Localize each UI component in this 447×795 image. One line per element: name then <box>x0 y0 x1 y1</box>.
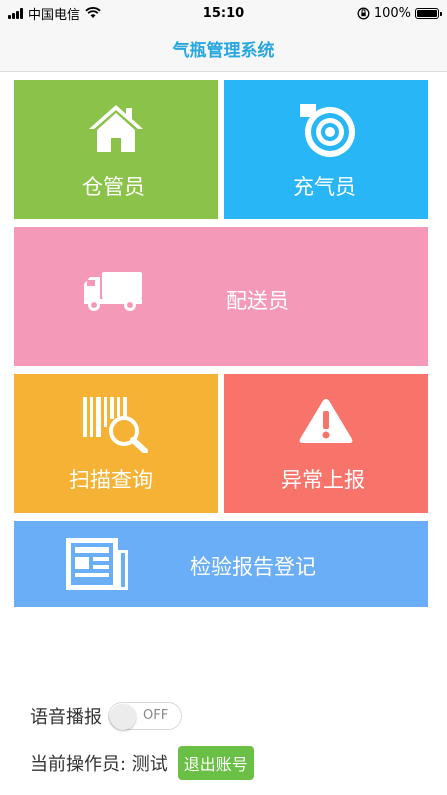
page-title: 气瓶管理系统 <box>172 41 275 61</box>
status-bar: 中国电信 15:10 100% <box>0 0 447 26</box>
house-icon <box>89 105 143 152</box>
carrier-name: 中国电信 <box>28 7 81 23</box>
delivery-tile[interactable]: 配送员 <box>14 227 428 366</box>
tile-label: 充气员 <box>293 175 356 199</box>
tile-label: 扫描查询 <box>69 468 153 492</box>
report-document-icon <box>66 538 128 590</box>
voice-broadcast-row: 语音播报 OFF <box>30 700 182 732</box>
barcode-search-icon <box>83 397 148 453</box>
scan-query-tile[interactable]: 扫描查询 <box>14 374 218 513</box>
signal-icon <box>8 7 23 19</box>
toggle-state-text: OFF <box>143 708 169 723</box>
voice-broadcast-toggle[interactable]: OFF <box>108 702 182 730</box>
warning-icon <box>299 399 353 443</box>
logout-button[interactable]: 退出账号 <box>177 746 254 780</box>
tile-label: 配送员 <box>226 289 289 313</box>
voice-broadcast-label: 语音播报 <box>30 707 102 728</box>
wifi-icon <box>85 7 101 18</box>
status-left: 中国电信 <box>8 4 101 23</box>
current-operator-text: 当前操作员: 测试 <box>30 754 168 775</box>
toggle-knob <box>110 704 136 730</box>
battery-percent: 100% <box>373 5 411 21</box>
warehouse-keeper-tile[interactable]: 仓管员 <box>14 80 218 219</box>
nav-bar: 气瓶管理系统 <box>0 26 447 72</box>
orientation-lock-icon <box>357 7 370 19</box>
gas-cylinder-valve-icon <box>300 104 355 157</box>
inspection-report-tile[interactable]: 检验报告登记 <box>14 521 428 607</box>
delivery-truck-icon <box>84 272 142 311</box>
battery-icon <box>415 7 442 19</box>
status-right: 100% <box>357 5 442 21</box>
tile-label: 检验报告登记 <box>190 555 316 579</box>
filler-tile[interactable]: 充气员 <box>224 80 428 219</box>
tile-label: 仓管员 <box>82 175 145 199</box>
exception-report-tile[interactable]: 异常上报 <box>224 374 428 513</box>
operator-row: 当前操作员: 测试 退出账号 <box>30 746 254 780</box>
tile-label: 异常上报 <box>281 468 365 492</box>
